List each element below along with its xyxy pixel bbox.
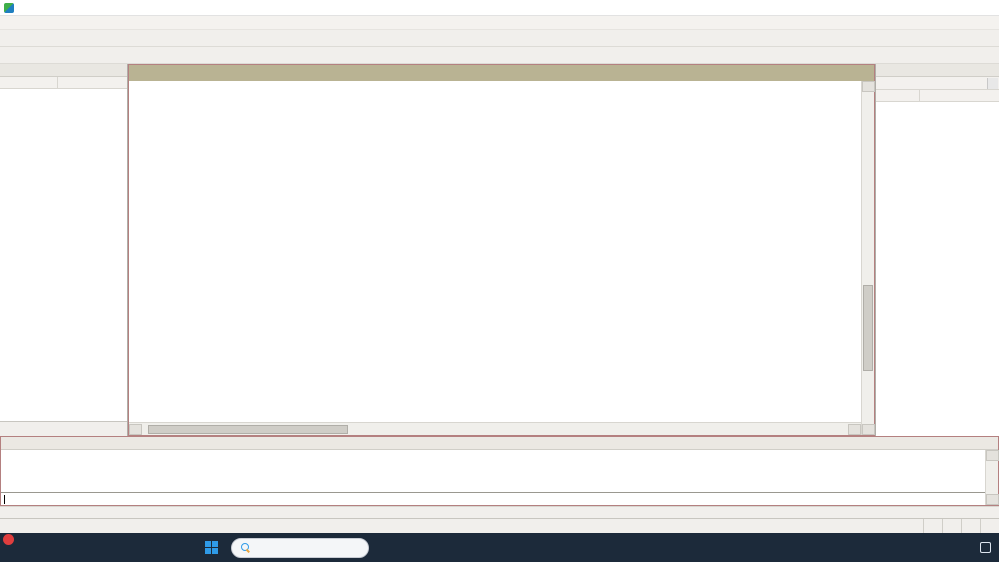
system-tray — [940, 533, 999, 562]
statusbar — [0, 518, 999, 533]
scroll-down-icon[interactable] — [861, 424, 875, 435]
command-body — [1, 450, 999, 505]
scrollbar-thumb[interactable] — [863, 284, 873, 371]
uvision-window — [0, 0, 999, 562]
menubar — [0, 16, 999, 30]
command-input[interactable] — [1, 493, 998, 505]
code-editor[interactable] — [129, 81, 861, 422]
windows-logo-icon — [204, 541, 218, 554]
taskbar-search[interactable] — [231, 537, 369, 558]
editor-panel — [128, 64, 875, 436]
command-output — [1, 450, 998, 492]
registers-panel-header — [0, 64, 127, 77]
close-icon[interactable] — [969, 0, 999, 15]
command-window — [0, 436, 999, 506]
vertical-scrollbar[interactable] — [861, 81, 875, 435]
peripheral-grid[interactable] — [876, 102, 999, 436]
command-function-bar — [0, 506, 999, 518]
editor-tabstrip — [129, 65, 874, 81]
window-controls — [909, 0, 999, 15]
chevron-down-icon — [987, 77, 998, 89]
action-center-icon[interactable] — [980, 542, 991, 553]
status-flags — [980, 519, 999, 533]
status-mode — [923, 519, 942, 533]
status-sim-time — [942, 519, 961, 533]
scrollbar-thumb[interactable] — [148, 424, 348, 434]
scroll-down-icon[interactable] — [985, 494, 999, 505]
status-cursor-position — [961, 519, 980, 533]
command-window-header — [1, 437, 998, 450]
peripheral-column-header — [876, 90, 999, 102]
main-area — [0, 64, 999, 436]
scroll-up-icon[interactable] — [985, 450, 999, 461]
scroll-left-icon[interactable] — [129, 423, 142, 435]
start-button[interactable] — [198, 533, 224, 562]
notification-badge — [3, 534, 14, 545]
peripheral-panel-header — [876, 64, 999, 77]
registers-panel — [0, 64, 128, 436]
registers-column-header — [0, 77, 127, 89]
left-panel-tabs — [0, 421, 127, 436]
peripheral-combo[interactable] — [876, 77, 999, 90]
peripheral-panel — [875, 64, 999, 436]
file-toolbar — [0, 30, 999, 47]
debug-toolbar — [0, 47, 999, 64]
text-caret — [4, 494, 5, 504]
command-scrollbar[interactable] — [985, 450, 999, 505]
scroll-right-icon[interactable] — [848, 423, 861, 435]
minimize-icon[interactable] — [909, 0, 939, 15]
property-column-label — [876, 90, 920, 101]
scroll-up-icon[interactable] — [861, 81, 875, 92]
windows-taskbar — [0, 533, 999, 562]
horizontal-scrollbar[interactable] — [129, 422, 861, 435]
uvision-logo-icon — [4, 2, 14, 13]
search-icon — [241, 542, 251, 553]
registers-tree[interactable] — [0, 89, 127, 421]
titlebar — [0, 0, 999, 16]
register-column-label — [0, 77, 58, 88]
maximize-icon[interactable] — [939, 0, 969, 15]
